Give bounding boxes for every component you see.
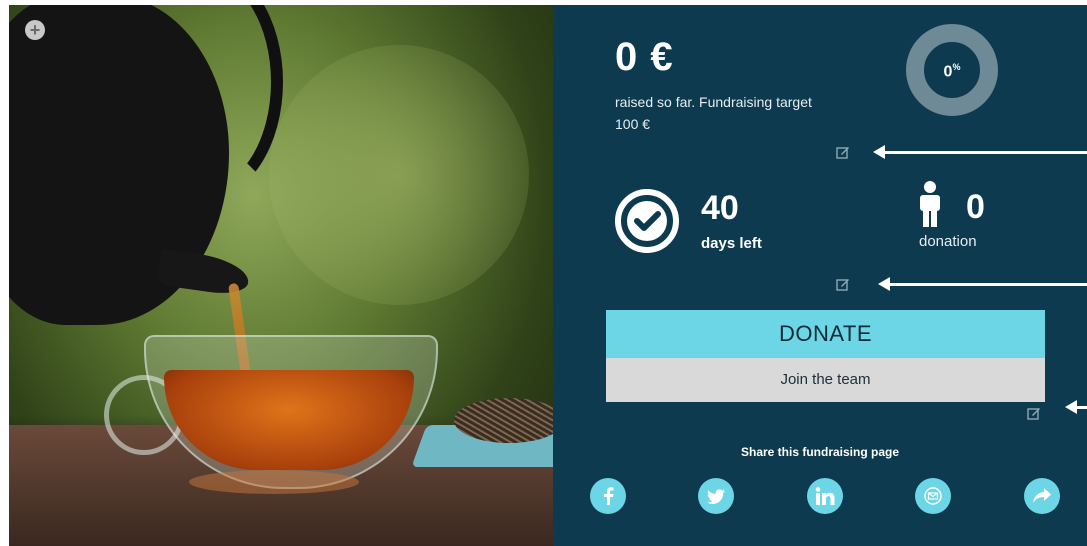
annotation-arrow	[873, 145, 1087, 159]
donations-label: donation	[919, 233, 977, 250]
forward-icon	[1033, 488, 1051, 503]
plus-icon[interactable]: +	[25, 20, 45, 40]
linkedin-share-button[interactable]	[807, 478, 843, 514]
join-team-button[interactable]: Join the team	[606, 358, 1045, 402]
facebook-icon	[604, 487, 614, 505]
share-title: Share this fundraising page	[740, 445, 900, 459]
linkedin-icon	[815, 487, 835, 505]
campaign-image: +	[9, 5, 553, 546]
person-icon	[920, 181, 940, 227]
raised-description: raised so far. Fundraising target 100 €	[615, 94, 812, 132]
annotation-arrow	[1065, 400, 1087, 414]
twitter-icon	[707, 488, 725, 504]
facebook-share-button[interactable]	[590, 478, 626, 514]
clock-check-icon	[615, 189, 679, 253]
forward-share-button[interactable]	[1024, 478, 1060, 514]
email-share-button[interactable]	[915, 478, 951, 514]
annotation-arrow	[878, 277, 1087, 291]
progress-ring: 0%	[906, 24, 998, 116]
edit-icon[interactable]	[836, 277, 850, 291]
donate-button[interactable]: DONATE	[606, 310, 1045, 358]
email-icon	[924, 487, 942, 505]
donations-value: 0	[966, 188, 985, 226]
progress-percent: 0%	[943, 62, 961, 81]
days-left-label: days left	[701, 235, 762, 252]
days-left-value: 40	[701, 189, 739, 227]
edit-icon[interactable]	[836, 145, 850, 159]
twitter-share-button[interactable]	[698, 478, 734, 514]
fundraising-panel: 0 € raised so far. Fundraising target 10…	[553, 5, 1087, 546]
amount-raised: 0 €	[615, 35, 674, 79]
edit-icon[interactable]	[1027, 406, 1041, 420]
